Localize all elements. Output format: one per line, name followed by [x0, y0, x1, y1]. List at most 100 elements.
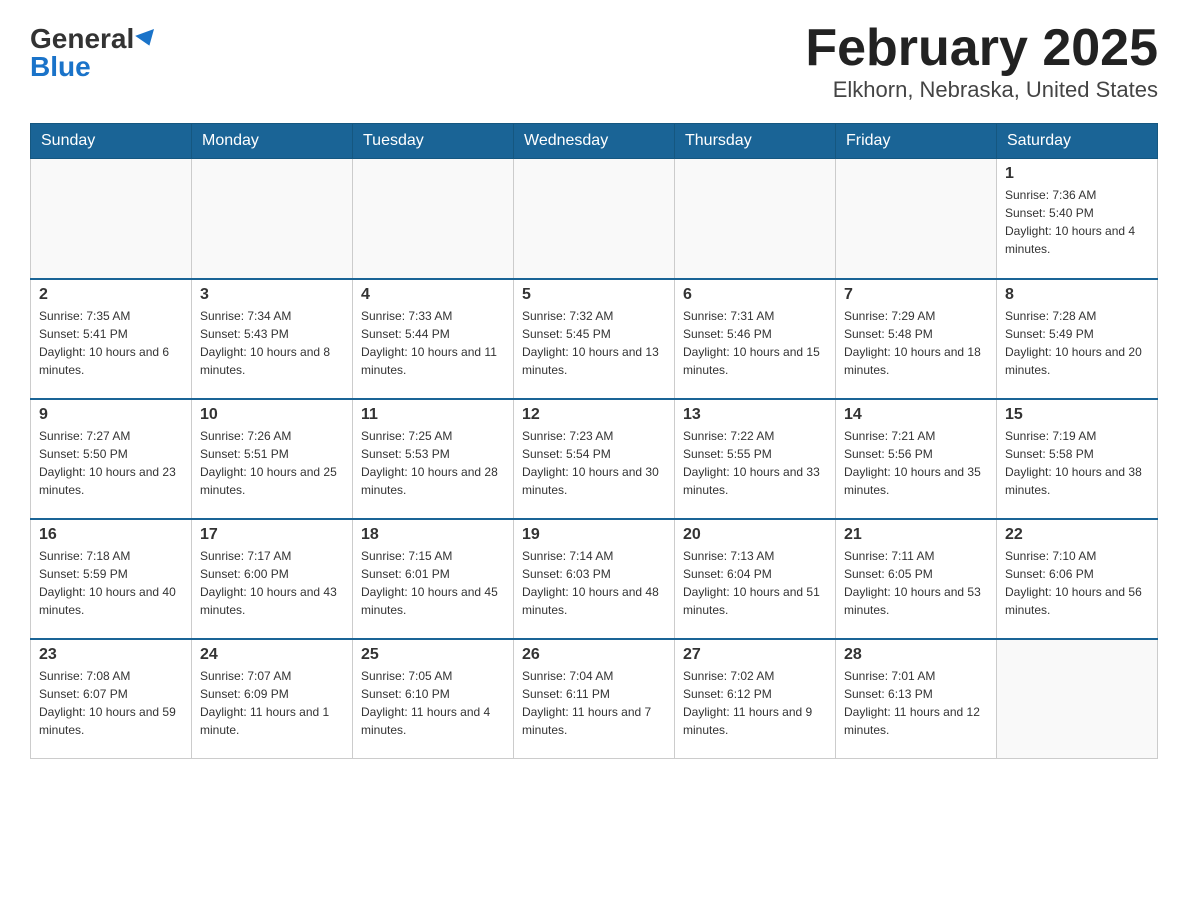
- calendar-day-cell: 3Sunrise: 7:34 AM Sunset: 5:43 PM Daylig…: [192, 279, 353, 399]
- calendar-day-cell: [997, 639, 1158, 759]
- day-info: Sunrise: 7:26 AM Sunset: 5:51 PM Dayligh…: [200, 427, 344, 499]
- day-info: Sunrise: 7:32 AM Sunset: 5:45 PM Dayligh…: [522, 307, 666, 379]
- calendar-day-header: Wednesday: [514, 124, 675, 159]
- calendar-week-row: 2Sunrise: 7:35 AM Sunset: 5:41 PM Daylig…: [31, 279, 1158, 399]
- calendar-day-cell: 24 Sunrise: 7:07 AM Sunset: 6:09 PM Dayli…: [192, 639, 353, 759]
- day-number: 20: [683, 526, 827, 544]
- day-info: Sunrise: 7:18 AM Sunset: 5:59 PM Dayligh…: [39, 547, 183, 619]
- day-info: Sunrise: 7:05 AM Sunset: 6:10 PM Dayligh…: [361, 667, 505, 739]
- calendar-day-cell: 21 Sunrise: 7:11 AM Sunset: 6:05 PM Dayli…: [836, 519, 997, 639]
- calendar-day-cell: 2Sunrise: 7:35 AM Sunset: 5:41 PM Daylig…: [31, 279, 192, 399]
- day-info: Sunrise: 7:13 AM Sunset: 6:04 PM Dayligh…: [683, 547, 827, 619]
- calendar-day-cell: 16 Sunrise: 7:18 AM Sunset: 5:59 PM Dayli…: [31, 519, 192, 639]
- calendar-day-cell: 13Sunrise: 7:22 AM Sunset: 5:55 PM Dayli…: [675, 399, 836, 519]
- day-info: Sunrise: 7:17 AM Sunset: 6:00 PM Dayligh…: [200, 547, 344, 619]
- calendar-day-cell: 26 Sunrise: 7:04 AM Sunset: 6:11 PM Dayli…: [514, 639, 675, 759]
- calendar-day-cell: 14 Sunrise: 7:21 AM Sunset: 5:56 PM Dayli…: [836, 399, 997, 519]
- calendar-day-cell: [353, 159, 514, 279]
- calendar-day-cell: 20 Sunrise: 7:13 AM Sunset: 6:04 PM Dayli…: [675, 519, 836, 639]
- day-info: Sunrise: 7:19 AM Sunset: 5:58 PM Dayligh…: [1005, 427, 1149, 499]
- calendar-day-cell: 10Sunrise: 7:26 AM Sunset: 5:51 PM Dayli…: [192, 399, 353, 519]
- calendar-day-cell: 8 Sunrise: 7:28 AM Sunset: 5:49 PM Daylig…: [997, 279, 1158, 399]
- day-number: 18: [361, 526, 505, 544]
- calendar-day-cell: 28Sunrise: 7:01 AM Sunset: 6:13 PM Dayli…: [836, 639, 997, 759]
- day-info: Sunrise: 7:22 AM Sunset: 5:55 PM Dayligh…: [683, 427, 827, 499]
- day-number: 8: [1005, 286, 1149, 304]
- logo: General Blue: [30, 20, 157, 81]
- calendar-week-row: 16 Sunrise: 7:18 AM Sunset: 5:59 PM Dayli…: [31, 519, 1158, 639]
- day-info: Sunrise: 7:36 AM Sunset: 5:40 PM Dayligh…: [1005, 186, 1149, 258]
- day-info: Sunrise: 7:28 AM Sunset: 5:49 PM Dayligh…: [1005, 307, 1149, 379]
- day-number: 21: [844, 526, 988, 544]
- calendar-subtitle: Elkhorn, Nebraska, United States: [805, 77, 1158, 103]
- calendar-day-cell: 19 Sunrise: 7:14 AM Sunset: 6:03 PM Dayli…: [514, 519, 675, 639]
- calendar-week-row: 1 Sunrise: 7:36 AM Sunset: 5:40 PM Daylig…: [31, 159, 1158, 279]
- calendar-day-cell: 27 Sunrise: 7:02 AM Sunset: 6:12 PM Dayli…: [675, 639, 836, 759]
- day-number: 24: [200, 646, 344, 664]
- day-info: Sunrise: 7:25 AM Sunset: 5:53 PM Dayligh…: [361, 427, 505, 499]
- day-number: 22: [1005, 526, 1149, 544]
- calendar-day-cell: 15 Sunrise: 7:19 AM Sunset: 5:58 PM Dayli…: [997, 399, 1158, 519]
- calendar-day-cell: 7Sunrise: 7:29 AM Sunset: 5:48 PM Daylig…: [836, 279, 997, 399]
- day-number: 17: [200, 526, 344, 544]
- title-area: February 2025 Elkhorn, Nebraska, United …: [805, 20, 1158, 103]
- calendar-week-row: 9 Sunrise: 7:27 AM Sunset: 5:50 PM Daylig…: [31, 399, 1158, 519]
- day-info: Sunrise: 7:14 AM Sunset: 6:03 PM Dayligh…: [522, 547, 666, 619]
- calendar-day-header: Sunday: [31, 124, 192, 159]
- day-info: Sunrise: 7:15 AM Sunset: 6:01 PM Dayligh…: [361, 547, 505, 619]
- calendar-day-cell: 25 Sunrise: 7:05 AM Sunset: 6:10 PM Dayli…: [353, 639, 514, 759]
- day-info: Sunrise: 7:21 AM Sunset: 5:56 PM Dayligh…: [844, 427, 988, 499]
- calendar-day-cell: 6 Sunrise: 7:31 AM Sunset: 5:46 PM Daylig…: [675, 279, 836, 399]
- calendar-day-header: Thursday: [675, 124, 836, 159]
- day-number: 25: [361, 646, 505, 664]
- day-info: Sunrise: 7:10 AM Sunset: 6:06 PM Dayligh…: [1005, 547, 1149, 619]
- day-info: Sunrise: 7:07 AM Sunset: 6:09 PM Dayligh…: [200, 667, 344, 739]
- day-number: 1: [1005, 165, 1149, 183]
- day-info: Sunrise: 7:27 AM Sunset: 5:50 PM Dayligh…: [39, 427, 183, 499]
- day-info: Sunrise: 7:33 AM Sunset: 5:44 PM Dayligh…: [361, 307, 505, 379]
- calendar-day-cell: [675, 159, 836, 279]
- calendar-day-header: Monday: [192, 124, 353, 159]
- calendar-day-cell: 17 Sunrise: 7:17 AM Sunset: 6:00 PM Dayli…: [192, 519, 353, 639]
- day-info: Sunrise: 7:23 AM Sunset: 5:54 PM Dayligh…: [522, 427, 666, 499]
- calendar-day-cell: [836, 159, 997, 279]
- day-number: 23: [39, 646, 183, 664]
- day-number: 27: [683, 646, 827, 664]
- day-number: 26: [522, 646, 666, 664]
- day-info: Sunrise: 7:34 AM Sunset: 5:43 PM Dayligh…: [200, 307, 344, 379]
- calendar-day-cell: [192, 159, 353, 279]
- logo-blue-text: Blue: [30, 53, 91, 81]
- day-number: 19: [522, 526, 666, 544]
- day-info: Sunrise: 7:04 AM Sunset: 6:11 PM Dayligh…: [522, 667, 666, 739]
- calendar-header-row: SundayMondayTuesdayWednesdayThursdayFrid…: [31, 124, 1158, 159]
- day-info: Sunrise: 7:02 AM Sunset: 6:12 PM Dayligh…: [683, 667, 827, 739]
- calendar-day-cell: 18 Sunrise: 7:15 AM Sunset: 6:01 PM Dayli…: [353, 519, 514, 639]
- day-number: 9: [39, 406, 183, 424]
- calendar-day-cell: 5Sunrise: 7:32 AM Sunset: 5:45 PM Daylig…: [514, 279, 675, 399]
- day-info: Sunrise: 7:01 AM Sunset: 6:13 PM Dayligh…: [844, 667, 988, 739]
- day-number: 6: [683, 286, 827, 304]
- calendar-day-cell: 22 Sunrise: 7:10 AM Sunset: 6:06 PM Dayli…: [997, 519, 1158, 639]
- day-number: 11: [361, 406, 505, 424]
- calendar-day-header: Saturday: [997, 124, 1158, 159]
- calendar-day-header: Friday: [836, 124, 997, 159]
- calendar-day-cell: 11 Sunrise: 7:25 AM Sunset: 5:53 PM Dayli…: [353, 399, 514, 519]
- calendar-day-cell: 9 Sunrise: 7:27 AM Sunset: 5:50 PM Daylig…: [31, 399, 192, 519]
- day-number: 16: [39, 526, 183, 544]
- page-header: General Blue February 2025 Elkhorn, Nebr…: [30, 20, 1158, 103]
- calendar-day-cell: [31, 159, 192, 279]
- day-number: 15: [1005, 406, 1149, 424]
- calendar-day-cell: 23 Sunrise: 7:08 AM Sunset: 6:07 PM Dayli…: [31, 639, 192, 759]
- day-number: 14: [844, 406, 988, 424]
- calendar-day-cell: [514, 159, 675, 279]
- day-number: 7: [844, 286, 988, 304]
- day-info: Sunrise: 7:31 AM Sunset: 5:46 PM Dayligh…: [683, 307, 827, 379]
- calendar-day-cell: 4 Sunrise: 7:33 AM Sunset: 5:44 PM Daylig…: [353, 279, 514, 399]
- day-number: 12: [522, 406, 666, 424]
- day-info: Sunrise: 7:11 AM Sunset: 6:05 PM Dayligh…: [844, 547, 988, 619]
- calendar-week-row: 23 Sunrise: 7:08 AM Sunset: 6:07 PM Dayli…: [31, 639, 1158, 759]
- day-info: Sunrise: 7:08 AM Sunset: 6:07 PM Dayligh…: [39, 667, 183, 739]
- calendar-day-header: Tuesday: [353, 124, 514, 159]
- calendar-day-cell: 1 Sunrise: 7:36 AM Sunset: 5:40 PM Daylig…: [997, 159, 1158, 279]
- day-number: 4: [361, 286, 505, 304]
